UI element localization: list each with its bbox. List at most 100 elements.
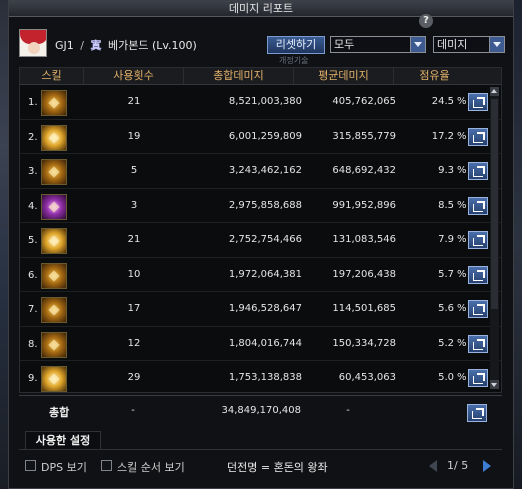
skill-order-checkbox[interactable] bbox=[101, 460, 112, 471]
rank: 3. bbox=[28, 166, 38, 177]
header-avg-damage[interactable]: 평균데미지 bbox=[294, 68, 394, 84]
table-row: 7. 17 1,946,528,647 114,501,685 5.6 % bbox=[20, 292, 501, 327]
range-select-value: 모두 bbox=[334, 38, 355, 51]
table-scrollbar[interactable] bbox=[490, 87, 499, 389]
percent-sign: % bbox=[457, 96, 467, 107]
scroll-up-icon[interactable] bbox=[490, 87, 499, 96]
total-damage: 2,975,858,688 bbox=[228, 199, 302, 211]
percent-sign: % bbox=[457, 165, 467, 176]
avg-damage: 150,334,728 bbox=[332, 337, 396, 349]
type-select[interactable]: 데미지 bbox=[433, 36, 505, 53]
table-row: 1. 21 8,521,003,380 405,762,065 24.5 % bbox=[20, 85, 501, 120]
skill-icon bbox=[41, 331, 67, 358]
share-icon[interactable] bbox=[468, 93, 488, 111]
table-row: 5. 21 2,752,754,466 131,083,546 7.9 % bbox=[20, 223, 501, 258]
percent-sign: % bbox=[457, 372, 467, 383]
share-icon[interactable] bbox=[468, 300, 488, 318]
avg-damage: 60,453,063 bbox=[338, 372, 396, 383]
avg-damage: 315,855,779 bbox=[332, 130, 396, 142]
share-icon[interactable] bbox=[467, 404, 487, 422]
report-footer: DPS 보기 스킬 순서 보기 던전명 = 혼돈의 왕좌 1/ 5 bbox=[9, 456, 515, 476]
share-value: 9.3 bbox=[438, 165, 454, 176]
rank: 4. bbox=[28, 200, 38, 212]
rank: 2. bbox=[28, 131, 38, 143]
range-select[interactable]: 모두 bbox=[330, 36, 426, 53]
skill-icon bbox=[41, 297, 67, 323]
summary-label: 총합 bbox=[49, 406, 70, 419]
chevron-down-icon[interactable] bbox=[489, 37, 504, 52]
skill-icon bbox=[41, 90, 67, 116]
window-title: 데미지 리포트 bbox=[9, 1, 513, 17]
scroll-down-icon[interactable] bbox=[490, 380, 499, 389]
table-row: 3. 5 3,243,462,162 648,692,432 9.3 % bbox=[20, 154, 501, 189]
header-skill[interactable]: 스킬 bbox=[20, 68, 84, 84]
total-damage: 8,521,003,380 bbox=[228, 96, 302, 107]
table-row: 8. 12 1,804,016,744 150,334,728 5.2 % bbox=[20, 327, 501, 361]
chevron-down-icon[interactable] bbox=[410, 37, 425, 52]
use-count: 12 bbox=[127, 337, 141, 349]
avg-damage: 648,692,432 bbox=[332, 165, 396, 176]
share-value: 5.6 bbox=[438, 303, 454, 314]
rank: 7. bbox=[28, 304, 38, 315]
use-count: 29 bbox=[127, 372, 141, 383]
total-damage: 6,001,259,809 bbox=[228, 130, 302, 142]
percent-sign: % bbox=[457, 199, 467, 211]
share-icon[interactable] bbox=[468, 196, 488, 215]
share-icon[interactable] bbox=[468, 265, 488, 284]
rank: 6. bbox=[28, 269, 38, 281]
skill-icon bbox=[41, 366, 67, 392]
avg-damage: 991,952,896 bbox=[332, 199, 396, 211]
share-icon[interactable] bbox=[468, 231, 488, 249]
tab-divider bbox=[19, 449, 502, 450]
dps-label: DPS 보기 bbox=[41, 461, 87, 474]
share-value: 8.5 bbox=[438, 199, 454, 211]
share-icon[interactable] bbox=[468, 162, 488, 180]
share-value: 5.0 bbox=[438, 372, 454, 383]
share-value: 7.9 bbox=[438, 234, 454, 245]
name-separator: / bbox=[80, 39, 84, 52]
header-use-count[interactable]: 사용횟수 bbox=[84, 68, 184, 84]
guild-name: GJ1 bbox=[55, 39, 74, 52]
character-info: GJ1 / 寘 베가본드 (Lv.100) bbox=[55, 37, 197, 53]
reset-button[interactable]: 리셋하기 bbox=[267, 36, 325, 54]
header-total-damage[interactable]: 총합데미지 bbox=[184, 68, 294, 84]
report-header: GJ1 / 寘 베가본드 (Lv.100) 리셋하기 개정기술 모두 데미지 bbox=[19, 27, 509, 65]
skill-icon bbox=[41, 193, 67, 220]
share-icon[interactable] bbox=[468, 127, 488, 146]
table-row: 6. 10 1,972,064,381 197,206,438 5.7 % bbox=[20, 258, 501, 292]
use-count: 21 bbox=[127, 234, 141, 245]
avg-damage: 197,206,438 bbox=[332, 268, 396, 280]
use-count: 10 bbox=[127, 268, 141, 280]
damage-report-window: 데미지 리포트 ? GJ1 / 寘 베가본드 (Lv.100) 리셋하기 개정기… bbox=[8, 0, 514, 489]
character-avatar bbox=[19, 29, 47, 57]
use-count: 5 bbox=[130, 165, 138, 176]
guild-mark: 寘 bbox=[90, 39, 102, 52]
tab-used-settings[interactable]: 사용한 설정 bbox=[25, 431, 101, 450]
help-icon[interactable]: ? bbox=[419, 14, 433, 28]
use-count: 17 bbox=[127, 303, 141, 314]
total-damage: 2,752,754,466 bbox=[228, 234, 302, 245]
share-icon[interactable] bbox=[468, 369, 488, 387]
share-icon[interactable] bbox=[468, 334, 488, 353]
total-damage: 1,753,138,838 bbox=[228, 372, 302, 383]
dps-checkbox[interactable] bbox=[25, 460, 36, 471]
table-row: 2. 19 6,001,259,809 315,855,779 17.2 % bbox=[20, 120, 501, 154]
rank: 9. bbox=[28, 373, 38, 384]
scroll-thumb[interactable] bbox=[491, 99, 498, 309]
skill-order-label: 스킬 순서 보기 bbox=[117, 461, 185, 474]
summary-row: 총합 - 34,849,170,408 - bbox=[19, 395, 502, 425]
use-count: 21 bbox=[127, 96, 141, 107]
percent-sign: % bbox=[457, 337, 467, 349]
share-value: 17.2 bbox=[431, 130, 454, 142]
prev-page-icon[interactable] bbox=[429, 460, 437, 472]
header-share[interactable]: 점유율 bbox=[394, 68, 475, 84]
avg-damage: 405,762,065 bbox=[332, 96, 396, 107]
avg-damage: 131,083,546 bbox=[332, 234, 396, 245]
dungeon-name: 던전명 = 혼돈의 왕좌 bbox=[227, 461, 328, 474]
avg-damage: 114,501,685 bbox=[332, 303, 396, 314]
next-page-icon[interactable] bbox=[483, 460, 491, 472]
page-indicator: 1/ 5 bbox=[447, 459, 469, 472]
total-damage: 1,804,016,744 bbox=[228, 337, 302, 349]
share-value: 5.2 bbox=[438, 337, 454, 349]
share-value: 24.5 bbox=[431, 96, 454, 107]
